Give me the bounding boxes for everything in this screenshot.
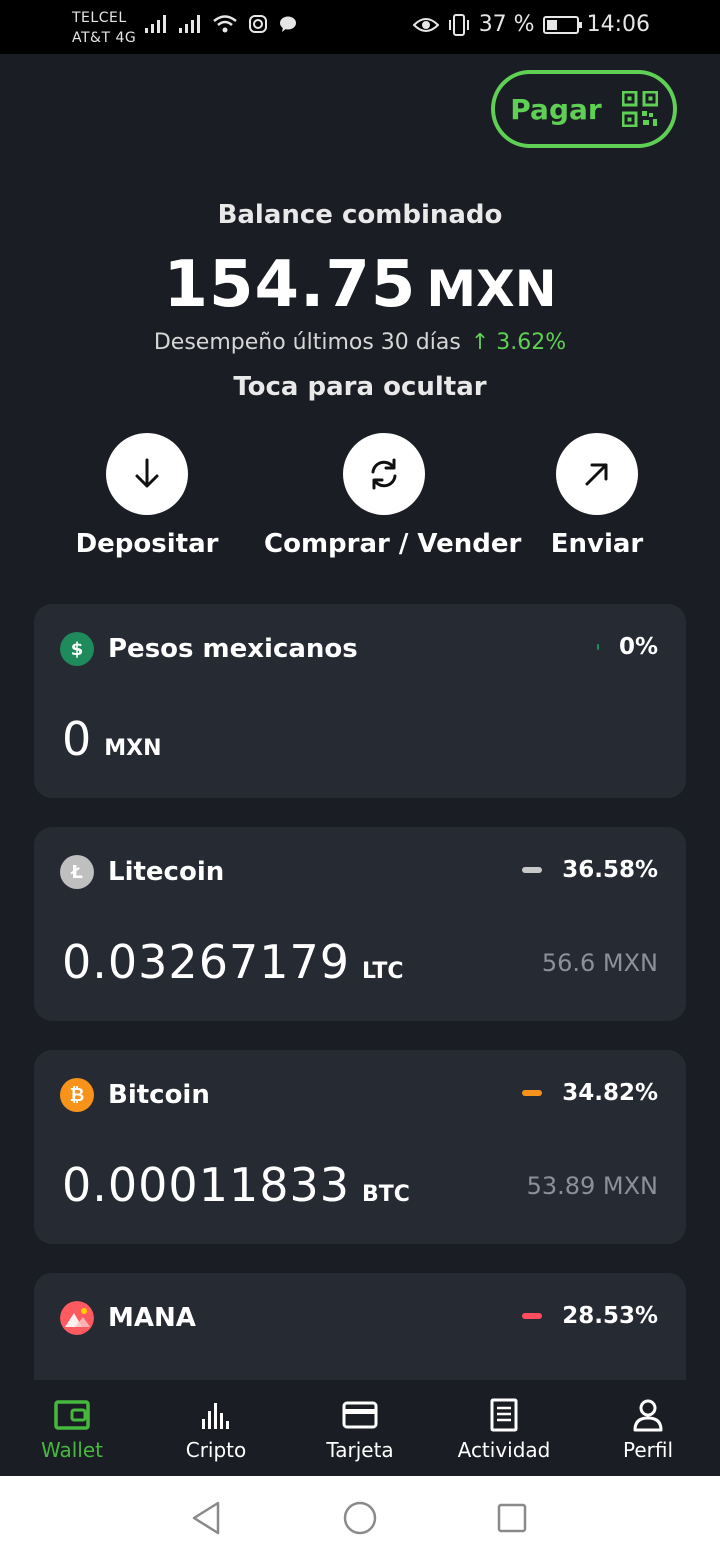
recents-square-icon	[497, 1503, 527, 1533]
asset-fiat-value: 56.6 MXN	[541, 949, 658, 977]
nav-cripto[interactable]: Cripto	[144, 1396, 288, 1462]
send-button[interactable]	[556, 433, 638, 515]
qr-code-icon	[621, 91, 658, 127]
asset-unit: LTC	[362, 959, 404, 984]
asset-amount: 0.03267179	[62, 935, 351, 989]
document-icon	[490, 1398, 518, 1432]
buy-sell-label: Comprar / Vender	[264, 529, 522, 559]
system-nav-bar	[0, 1476, 720, 1560]
performance-value: ↑ 3.62%	[470, 330, 567, 355]
carrier-network: AT&T 4G	[72, 30, 137, 46]
status-bar: TELCEL AT&T 4G 37 % 14:06	[0, 0, 720, 54]
bottom-nav: Wallet Cripto Tarjeta Actividad Perfil	[0, 1380, 720, 1476]
bitcoin-icon: ₿	[60, 1078, 94, 1112]
home-button[interactable]	[340, 1498, 380, 1538]
pay-button-label: Pagar	[510, 92, 602, 126]
battery-fill	[546, 19, 557, 30]
asset-share: 34.82%	[562, 1080, 658, 1106]
back-button[interactable]	[186, 1498, 226, 1538]
nav-label: Perfil	[622, 1438, 674, 1462]
person-icon	[633, 1399, 663, 1432]
eye-icon	[412, 17, 439, 32]
nav-tarjeta[interactable]: Tarjeta	[288, 1396, 432, 1462]
carrier-name: TELCEL	[72, 10, 127, 26]
nav-label: Actividad	[457, 1438, 551, 1462]
performance-label: Desempeño últimos 30 días	[153, 330, 461, 355]
back-triangle-icon	[192, 1501, 220, 1535]
chat-icon	[280, 16, 296, 32]
wifi-icon	[213, 15, 237, 33]
asset-share: 28.53%	[562, 1303, 658, 1329]
peso-coin-icon: $	[60, 632, 94, 666]
asset-name: MANA	[108, 1303, 196, 1333]
nav-label: Wallet	[40, 1438, 103, 1462]
battery-icon	[542, 15, 582, 34]
nav-wallet[interactable]: Wallet	[0, 1396, 144, 1462]
wallet-icon	[54, 1400, 90, 1430]
deposit-action[interactable]: Depositar	[27, 433, 267, 559]
asset-name: Bitcoin	[108, 1080, 210, 1110]
asset-unit: BTC	[362, 1182, 410, 1207]
instagram-icon	[249, 15, 267, 33]
nav-label: Cripto	[185, 1438, 247, 1462]
carrier-info: TELCEL AT&T 4G	[72, 8, 136, 48]
asset-amount: 0.00011833	[62, 1158, 351, 1212]
asset-share: 0%	[618, 634, 658, 660]
balance-currency: MXN	[426, 260, 557, 318]
battery-percent: 37 %	[478, 12, 535, 37]
share-indicator	[522, 867, 543, 873]
buy-sell-button[interactable]	[343, 433, 425, 515]
asset-share: 36.58%	[562, 857, 658, 883]
balance-amount[interactable]: 154.75 MXN	[0, 248, 720, 322]
arrow-up-right-icon	[585, 463, 608, 486]
balance-value: 154.75	[163, 248, 417, 322]
deposit-label: Depositar	[75, 529, 219, 559]
balance-label: Balance combinado	[217, 200, 503, 230]
asset-fiat-value: 53.89 MXN	[526, 1172, 658, 1200]
mana-icon	[60, 1301, 94, 1335]
nav-actividad[interactable]: Actividad	[432, 1396, 576, 1462]
buy-sell-action[interactable]: Comprar / Vender	[264, 433, 522, 559]
pay-button[interactable]: Pagar	[491, 70, 677, 148]
home-circle-icon	[343, 1501, 377, 1535]
asset-unit: MXN	[104, 736, 162, 761]
signal-icon	[145, 15, 166, 33]
nav-label: Tarjeta	[326, 1438, 394, 1462]
share-indicator	[522, 1090, 543, 1096]
asset-name: Pesos mexicanos	[108, 634, 358, 664]
arrow-down-icon	[135, 458, 159, 488]
clock: 14:06	[586, 12, 650, 37]
asset-card-mana[interactable]: MANA 28.53%	[34, 1273, 686, 1380]
send-label: Enviar	[550, 529, 644, 559]
asset-amount: 0	[62, 712, 93, 766]
share-indicator	[522, 1313, 543, 1319]
refresh-icon	[371, 458, 397, 490]
hide-balance-toggle[interactable]: Toca para ocultar	[0, 372, 720, 402]
litecoin-icon: Ł	[60, 855, 94, 889]
asset-card-bitcoin[interactable]: ₿ Bitcoin 34.82% 0.00011833 BTC 53.89 MX…	[34, 1050, 686, 1244]
chart-bars-icon	[202, 1403, 229, 1429]
asset-card-mxn[interactable]: $ Pesos mexicanos 0% 0 MXN	[34, 604, 686, 798]
share-indicator	[596, 644, 599, 650]
vibrate-icon	[448, 13, 469, 36]
performance: Desempeño últimos 30 días ↑ 3.62%	[0, 330, 720, 355]
deposit-button[interactable]	[106, 433, 188, 515]
asset-name: Litecoin	[108, 857, 225, 887]
card-icon	[342, 1401, 378, 1429]
signal-icon	[179, 15, 200, 33]
recents-button[interactable]	[492, 1498, 532, 1538]
send-action[interactable]: Enviar	[477, 433, 717, 559]
nav-perfil[interactable]: Perfil	[576, 1396, 720, 1462]
asset-card-litecoin[interactable]: Ł Litecoin 36.58% 0.03267179 LTC 56.6 MX…	[34, 827, 686, 1021]
